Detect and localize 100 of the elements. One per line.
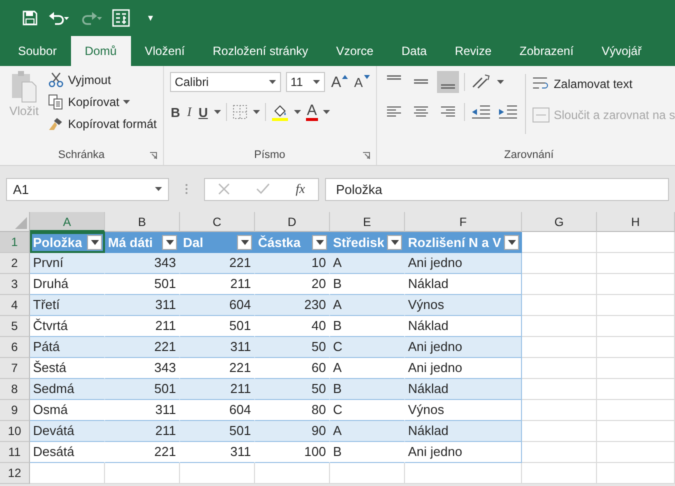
row-header[interactable]: 7 [0,358,30,379]
underline-button[interactable]: U [197,104,209,120]
ribbon-tab[interactable]: Soubor [4,36,71,66]
empty-cell[interactable] [597,274,675,295]
increase-indent-icon[interactable] [496,103,519,121]
caret-icon[interactable] [268,80,276,84]
redo-icon[interactable] [80,10,102,26]
ribbon-tab[interactable]: Vzorce [322,36,388,66]
caret-icon[interactable] [322,110,330,114]
empty-cell[interactable] [597,358,675,379]
column-header[interactable]: B [105,212,180,232]
ribbon-tab[interactable]: Vložení [130,36,199,66]
empty-cell[interactable] [522,358,597,379]
empty-cell[interactable] [330,463,405,484]
ribbon-tab[interactable]: Rozložení stránky [198,36,322,66]
font-color-button[interactable]: A [306,104,318,120]
row-header[interactable]: 8 [0,379,30,400]
font-size-field[interactable]: 11 [286,72,326,92]
grow-font-button[interactable]: A [330,74,342,90]
font-name-field[interactable]: Calibri [170,72,281,92]
caret-icon[interactable] [294,110,301,114]
ribbon-tab[interactable]: Revize [440,36,506,66]
filter-dropdown-button[interactable] [237,234,252,250]
empty-cell[interactable] [522,463,597,484]
column-header[interactable]: D [255,212,330,232]
empty-cell[interactable] [105,463,180,484]
row-header[interactable]: 10 [0,421,30,442]
caret-icon[interactable] [214,110,221,114]
copy-button[interactable]: Kopírovat [68,94,120,108]
format-painter-button[interactable]: Kopírovat formát [68,116,157,130]
row-header[interactable]: 3 [0,274,30,295]
wrap-text-button[interactable]: Zalamovat text [554,76,632,90]
copy-icon[interactable] [48,94,64,110]
column-header[interactable]: H [597,212,675,232]
row-header[interactable]: 11 [0,442,30,463]
filter-dropdown-button[interactable] [387,234,402,250]
caret-icon[interactable] [316,240,324,244]
filter-dropdown-button[interactable] [312,234,327,250]
empty-cell[interactable] [522,400,597,421]
empty-cell[interactable] [597,232,675,253]
caret-icon[interactable] [166,240,174,244]
insert-function-button[interactable]: fx [296,181,306,197]
empty-cell[interactable] [597,400,675,421]
wrap-text-icon[interactable] [532,76,550,92]
dialog-launcher-icon[interactable] [150,152,157,159]
ribbon-tab[interactable]: Zobrazení [506,36,588,66]
empty-cell[interactable] [597,442,675,463]
scissors-icon[interactable] [48,72,64,88]
check-icon[interactable] [256,183,270,195]
row-header[interactable]: 2 [0,253,30,274]
column-header[interactable]: C [180,212,255,232]
ribbon-tab[interactable]: Domů [70,36,131,66]
shrink-font-button[interactable]: A [353,74,364,90]
empty-cell[interactable] [597,463,675,484]
empty-cell[interactable] [255,463,330,484]
empty-cell[interactable] [405,463,522,484]
decrease-indent-icon[interactable] [470,103,492,121]
empty-cell[interactable] [597,316,675,337]
borders-icon[interactable] [232,104,248,120]
empty-cell[interactable] [597,421,675,442]
paintbrush-icon[interactable] [48,116,64,132]
empty-cell[interactable] [522,442,597,463]
row-header[interactable]: 9 [0,400,30,421]
caret-icon[interactable] [155,187,162,191]
caret-icon[interactable] [390,240,398,244]
empty-cell[interactable] [597,253,675,274]
empty-cell[interactable] [597,337,675,358]
row-header[interactable]: 4 [0,295,30,316]
filter-dropdown-button[interactable] [504,234,519,250]
empty-cell[interactable] [597,295,675,316]
column-header[interactable]: G [522,212,597,232]
caret-icon[interactable] [252,110,260,114]
ribbon-tab[interactable]: Data [387,36,441,66]
row-header[interactable]: 12 [0,463,30,484]
dialog-launcher-icon[interactable] [362,152,370,159]
empty-cell[interactable] [180,463,255,484]
italic-button[interactable]: I [186,104,192,120]
caret-icon[interactable] [496,80,504,84]
caret-icon[interactable] [90,240,98,244]
caret-icon[interactable] [508,240,516,244]
filter-dropdown-button[interactable] [162,234,177,250]
merge-cells-icon[interactable] [532,106,550,122]
undo-icon[interactable] [48,10,70,26]
empty-cell[interactable] [522,316,597,337]
name-box[interactable]: A1 [6,178,169,200]
save-icon[interactable] [22,10,38,26]
cut-button[interactable]: Vyjmout [68,72,111,86]
drag-handle-icon[interactable] [185,183,188,195]
ribbon-tab[interactable]: Vývojář [588,36,656,66]
caret-icon[interactable] [313,80,320,84]
empty-cell[interactable] [522,274,597,295]
form-icon[interactable] [112,9,130,27]
caret-icon[interactable] [240,240,248,244]
row-header[interactable]: 1 [0,232,30,253]
row-header[interactable]: 6 [0,337,30,358]
column-header[interactable]: A [30,212,105,232]
column-header[interactable]: F [405,212,522,232]
vertical-align-icon[interactable] [436,71,459,93]
column-header[interactable]: E [330,212,405,232]
formula-input[interactable]: Položka [325,178,669,200]
